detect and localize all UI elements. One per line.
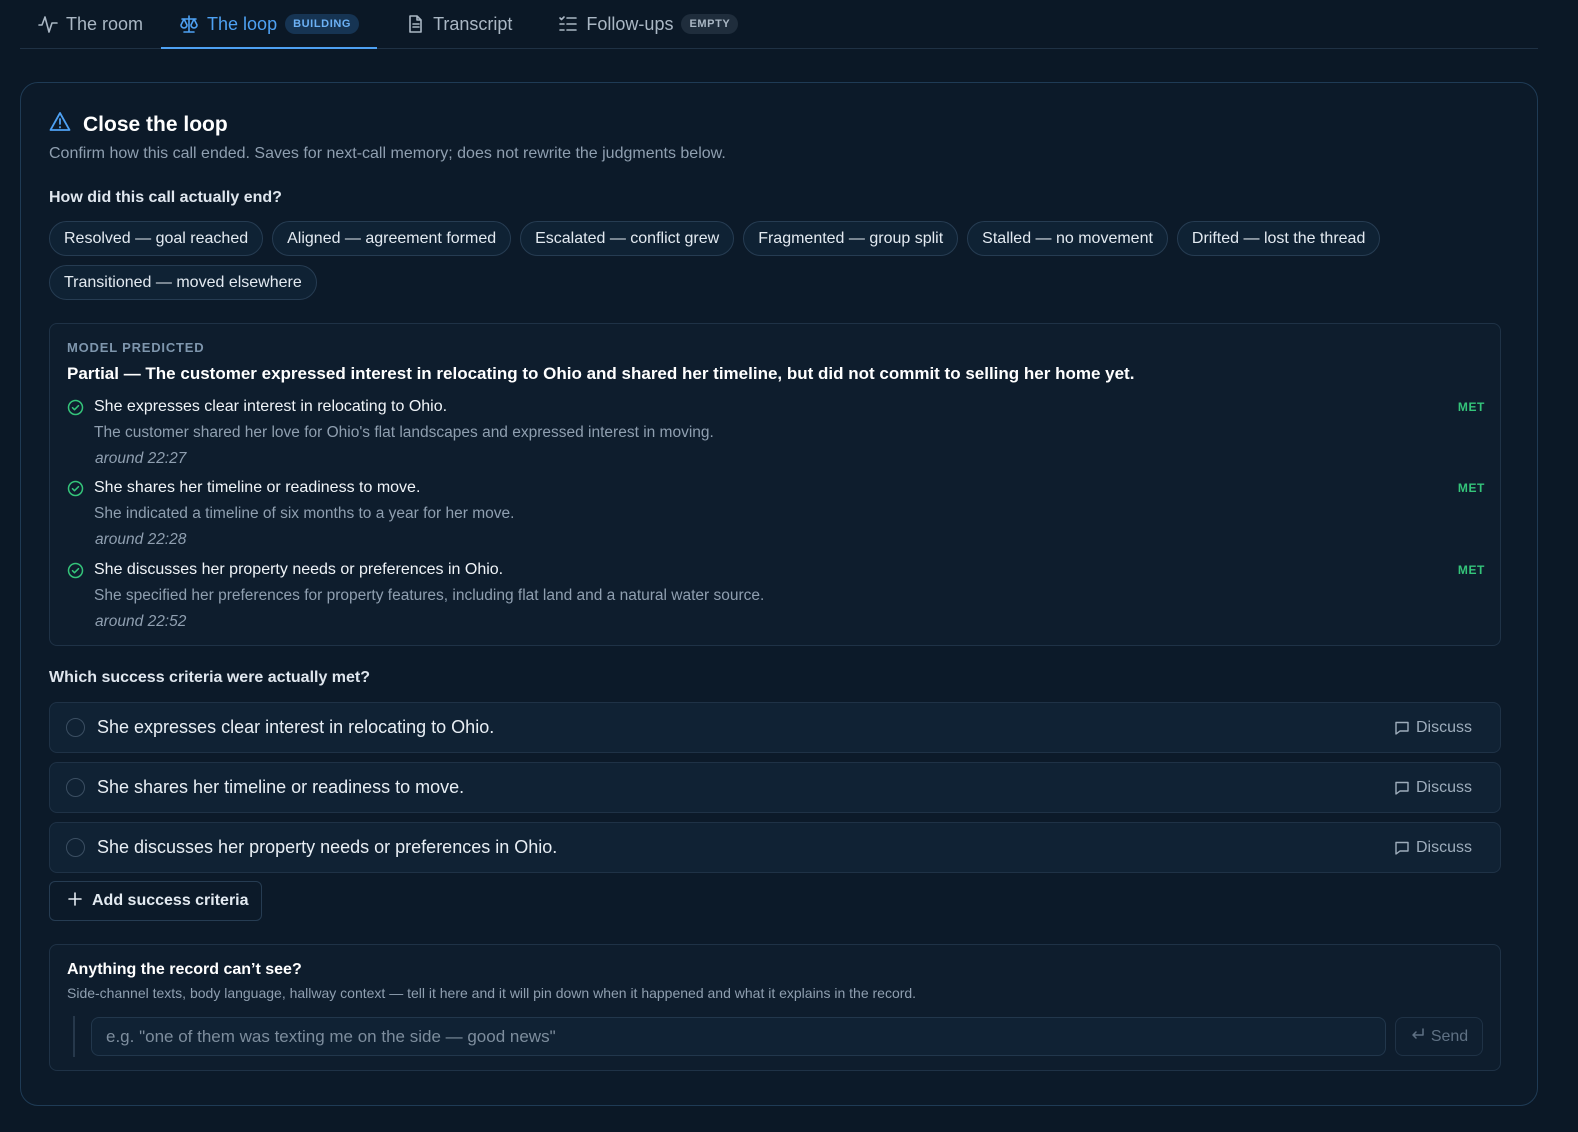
warning-icon [49, 111, 71, 138]
criterion-time: around 22:27 [95, 450, 187, 467]
outcome-chip-aligned[interactable]: Aligned — agreement formed [272, 221, 512, 256]
criterion-text: She discusses her property needs or pref… [94, 561, 504, 578]
criterion-detail: The customer shared her love for Ohio's … [94, 424, 714, 441]
success-criterion-row: She expresses clear interest in relocati… [49, 702, 1501, 753]
predicted-criterion: She expresses clear interest in relocati… [67, 398, 1485, 468]
prediction-label: MODEL PREDICTED [67, 340, 205, 355]
tab-label: The loop [207, 13, 278, 34]
success-criterion-row: She discusses her property needs or pref… [49, 822, 1501, 873]
enter-icon [1410, 1027, 1425, 1047]
chat-bubble-icon [1394, 720, 1410, 736]
card-subtitle: Confirm how this call ended. Saves for n… [49, 145, 726, 162]
record-subtext: Side-channel texts, body language, hallw… [67, 985, 917, 1001]
outcome-chip-drifted[interactable]: Drifted — lost the thread [1176, 221, 1381, 256]
met-badge: MET [1457, 563, 1485, 577]
page-title: Close the loop [83, 112, 228, 136]
check-circle-icon [67, 562, 84, 579]
check-circle-icon [67, 399, 84, 416]
outcome-chip-fragmented[interactable]: Fragmented — group split [743, 221, 959, 256]
status-badge: EMPTY [681, 14, 739, 34]
criterion-checkbox[interactable] [66, 838, 85, 857]
criterion-checkbox[interactable] [66, 778, 85, 797]
outcome-chip-stalled[interactable]: Stalled — no movement [967, 221, 1168, 256]
status-badge: BUILDING [285, 14, 360, 34]
chat-bubble-icon [1394, 840, 1410, 856]
check-circle-icon [67, 480, 84, 497]
card-header: Close the loop [49, 111, 228, 138]
add-label: Add success criteria [92, 892, 249, 909]
criterion-text: She shares her timeline or readiness to … [94, 479, 421, 496]
discuss-button[interactable]: Discuss [1394, 779, 1472, 797]
criterion-time: around 22:52 [95, 613, 187, 630]
checklist-icon [558, 14, 578, 34]
criterion-detail: She specified her preferences for proper… [94, 587, 765, 604]
met-badge: MET [1457, 400, 1485, 414]
outcome-chip-resolved[interactable]: Resolved — goal reached [49, 221, 264, 256]
outcome-chips: Resolved — goal reached Aligned — agreem… [49, 221, 1509, 300]
input-accent-bar [73, 1016, 75, 1057]
scale-icon [179, 14, 199, 34]
document-icon [405, 14, 425, 34]
tab-label: The room [66, 13, 144, 34]
discuss-label: Discuss [1415, 838, 1472, 856]
add-success-criteria-button[interactable]: Add success criteria [49, 881, 262, 921]
criterion-text: She shares her timeline or readiness to … [97, 777, 465, 797]
send-label: Send [1430, 1027, 1469, 1045]
criterion-detail: She indicated a timeline of six months t… [94, 505, 515, 522]
close-loop-card: Close the loop Confirm how this call end… [20, 82, 1538, 1106]
model-prediction-panel: MODEL PREDICTED Partial — The customer e… [49, 323, 1501, 646]
met-badge: MET [1457, 481, 1485, 495]
context-input[interactable] [91, 1017, 1386, 1056]
tab-the-room[interactable]: The room [20, 0, 161, 48]
discuss-button[interactable]: Discuss [1394, 719, 1472, 737]
criterion-text: She expresses clear interest in relocati… [97, 717, 495, 737]
off-record-context-panel: Anything the record can’t see? Side-chan… [49, 944, 1501, 1071]
discuss-label: Discuss [1415, 718, 1472, 736]
plus-icon [68, 891, 82, 911]
criterion-checkbox[interactable] [66, 718, 85, 737]
criterion-text: She discusses her property needs or pref… [97, 837, 558, 857]
predicted-criterion: She shares her timeline or readiness to … [67, 479, 1485, 549]
discuss-button[interactable]: Discuss [1394, 839, 1472, 857]
predicted-criterion: She discusses her property needs or pref… [67, 561, 1485, 631]
prediction-headline: Partial — The customer expressed interes… [67, 364, 1135, 383]
tab-bar: The room The loop BUILDING Transcript Fo… [20, 0, 1538, 49]
success-question: Which success criteria were actually met… [49, 669, 371, 686]
send-button[interactable]: Send [1395, 1017, 1483, 1056]
criterion-text: She expresses clear interest in relocati… [94, 398, 448, 415]
success-criterion-row: She shares her timeline or readiness to … [49, 762, 1501, 813]
activity-icon [38, 14, 58, 34]
record-heading: Anything the record can’t see? [67, 961, 302, 978]
tab-follow-ups[interactable]: Follow-ups EMPTY [540, 0, 756, 48]
outcome-chip-escalated[interactable]: Escalated — conflict grew [520, 221, 735, 256]
tab-transcript[interactable]: Transcript [387, 0, 530, 48]
discuss-label: Discuss [1415, 778, 1472, 796]
tab-label: Transcript [433, 13, 513, 34]
criterion-time: around 22:28 [95, 531, 187, 548]
outcome-chip-transitioned[interactable]: Transitioned — moved elsewhere [49, 265, 317, 300]
outcome-question: How did this call actually end? [49, 189, 282, 206]
tab-the-loop[interactable]: The loop BUILDING [161, 0, 378, 49]
chat-bubble-icon [1394, 780, 1410, 796]
tab-label: Follow-ups [586, 13, 674, 34]
